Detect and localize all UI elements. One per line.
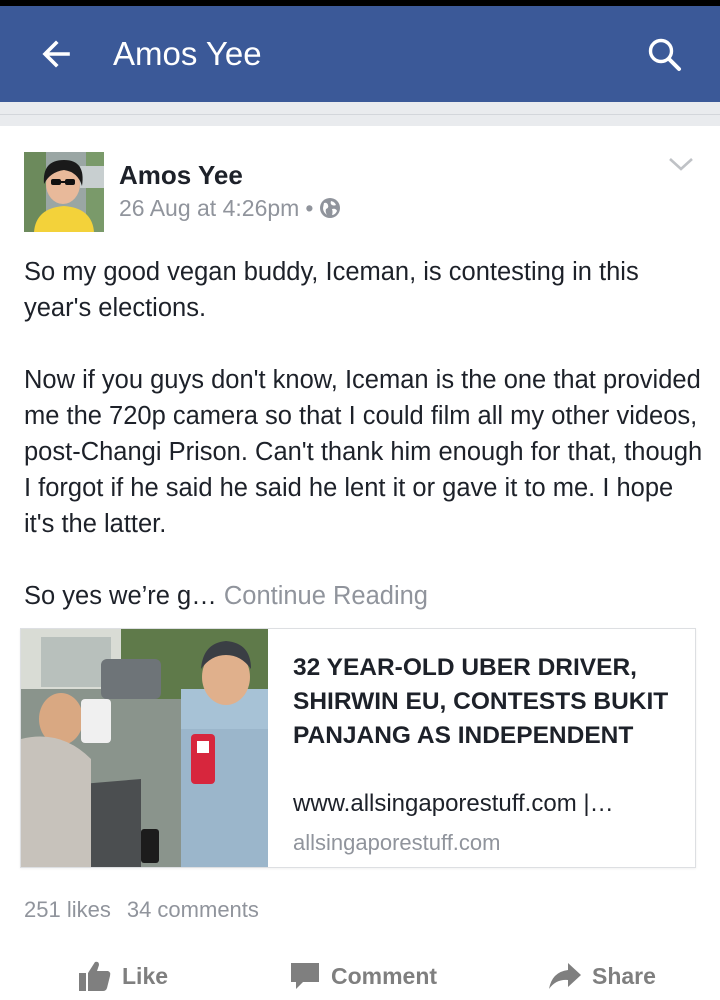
post-timestamp[interactable]: 26 Aug at 4:26pm — [119, 194, 299, 222]
post-menu-button[interactable] — [664, 152, 698, 176]
arrow-left-icon — [42, 40, 70, 68]
post-stats: 251 likes 34 comments — [24, 896, 259, 924]
comment-label: Comment — [331, 962, 438, 989]
link-preview-url: www.allsingaporestuff.com |… — [293, 790, 614, 817]
app-bar: Amos Yee — [0, 6, 720, 102]
page-title: Amos Yee — [113, 35, 262, 72]
share-label: Share — [592, 962, 656, 989]
like-label: Like — [122, 962, 169, 989]
search-button[interactable] — [636, 26, 694, 84]
comment-button[interactable]: Comment — [289, 952, 437, 1000]
back-button[interactable] — [28, 26, 84, 82]
share-arrow-icon — [549, 963, 581, 989]
thumbs-up-icon — [79, 961, 111, 991]
share-button[interactable]: Share — [548, 952, 656, 1000]
link-preview[interactable]: 32 YEAR-OLD UBER DRIVER, SHIRWIN EU, CON… — [20, 628, 696, 868]
globe-icon — [320, 198, 341, 218]
like-button[interactable]: Like — [78, 952, 168, 1000]
avatar[interactable] — [24, 152, 104, 232]
meta-separator: • — [305, 195, 314, 221]
post-paragraph: So my good vegan buddy, Iceman, is conte… — [24, 258, 639, 322]
comments-count[interactable]: 34 comments — [127, 896, 259, 924]
post-text: So my good vegan buddy, Iceman, is conte… — [24, 254, 704, 614]
continue-reading-link[interactable]: Continue Reading — [224, 582, 428, 610]
post-meta: 26 Aug at 4:26pm • — [119, 194, 341, 222]
post-paragraph-truncated: So yes we’re g… Continue Reading — [24, 578, 704, 614]
likes-count[interactable]: 251 likes — [24, 896, 111, 924]
post-actions: Like Comment Share — [0, 952, 720, 1000]
search-icon — [648, 38, 681, 71]
comment-icon — [291, 963, 319, 989]
link-preview-image — [21, 629, 268, 867]
chevron-down-icon — [669, 158, 693, 171]
truncated-text: So yes we’re g… — [24, 582, 217, 610]
feed-divider — [0, 102, 720, 126]
link-preview-domain: allsingaporestuff.com — [293, 830, 501, 855]
avatar-image — [24, 152, 104, 232]
post-card: Amos Yee 26 Aug at 4:26pm • So my good v… — [0, 126, 720, 1000]
post-paragraph: Now if you guys don't know, Iceman is th… — [24, 366, 703, 538]
post-author[interactable]: Amos Yee — [119, 160, 243, 190]
link-preview-title: 32 YEAR-OLD UBER DRIVER, SHIRWIN EU, CON… — [293, 654, 669, 749]
